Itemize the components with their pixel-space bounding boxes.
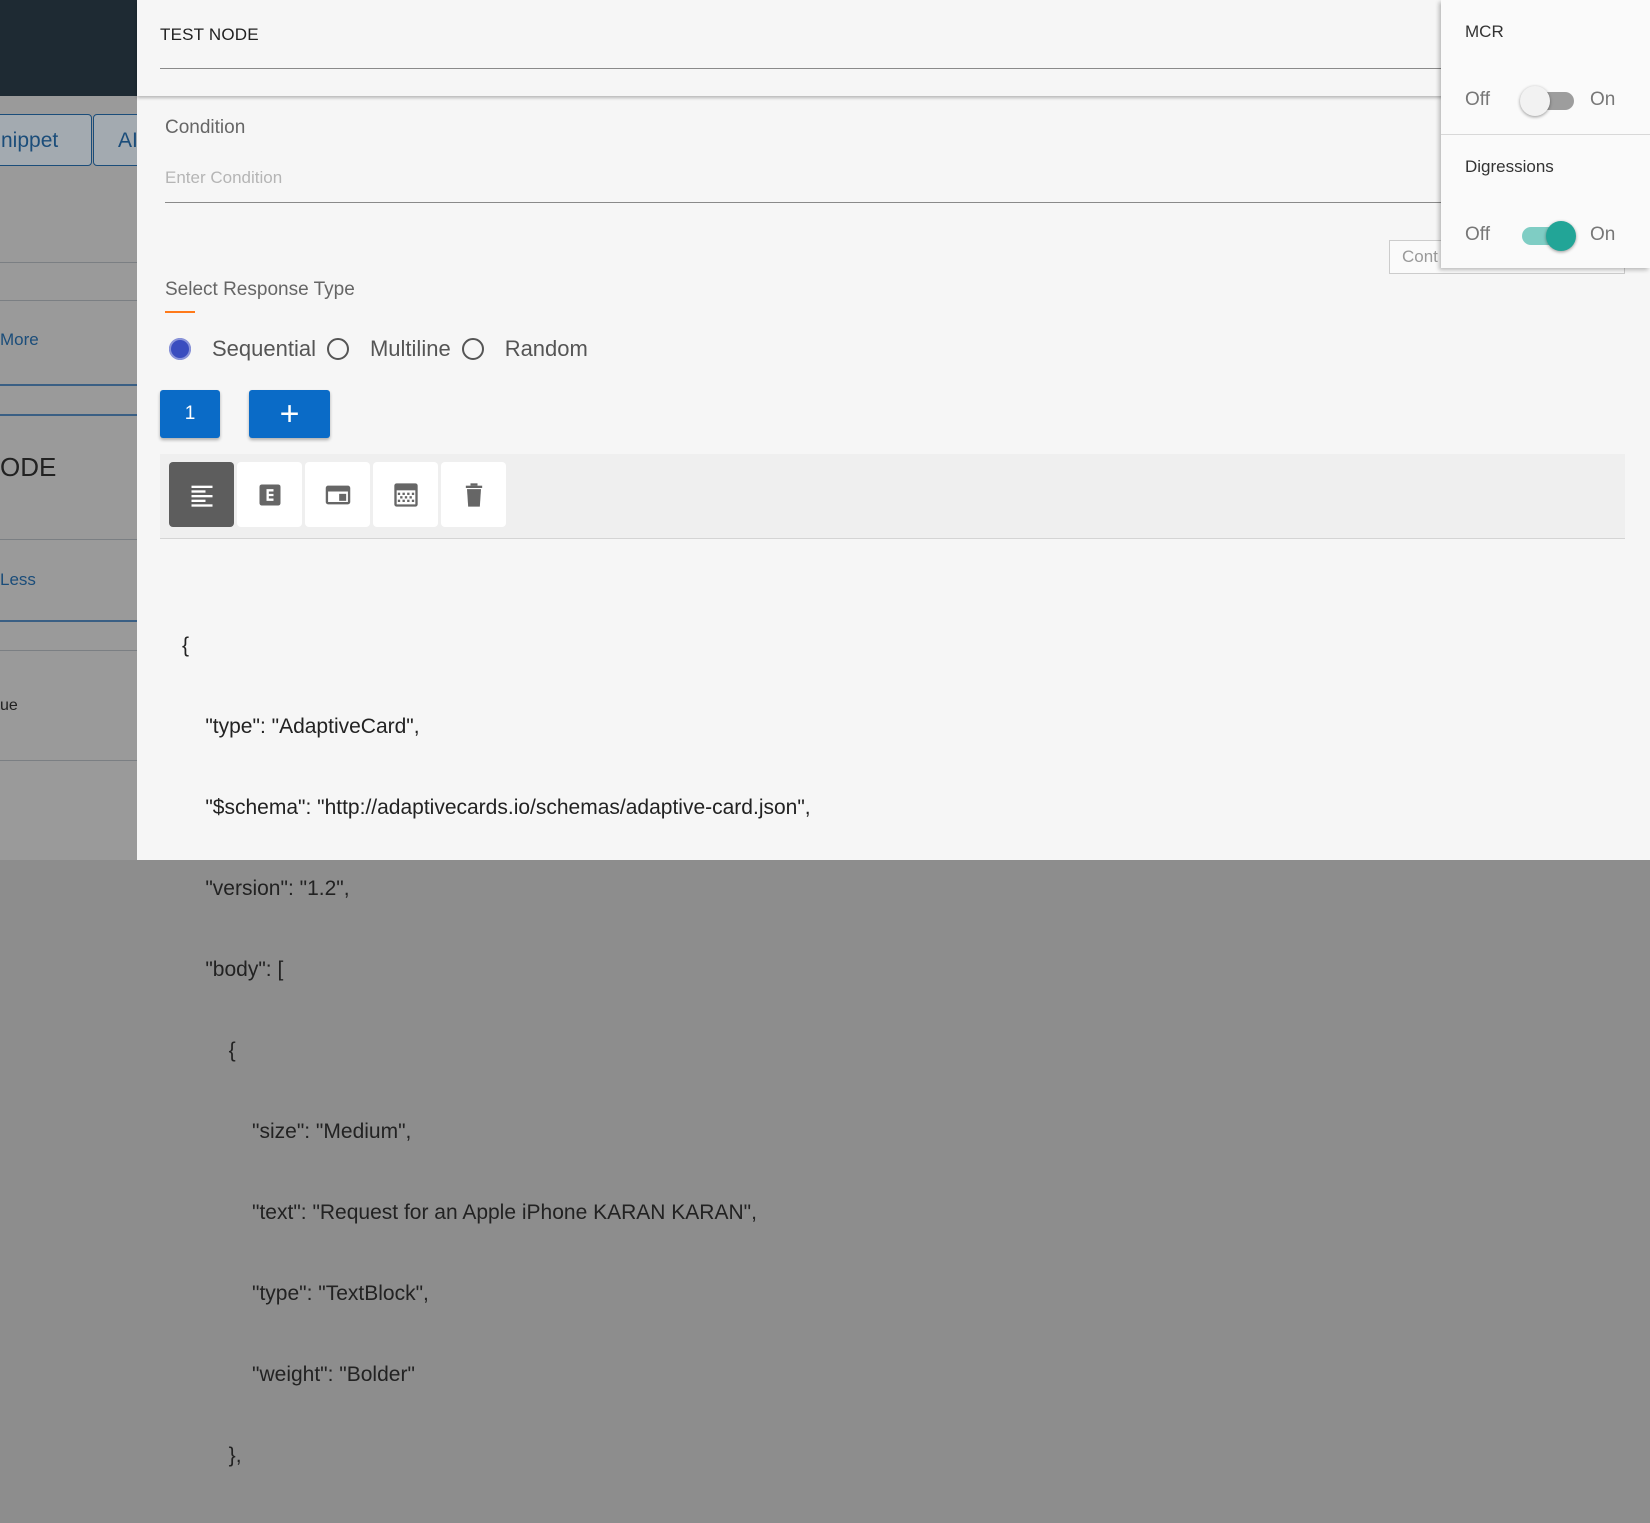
panel-header: TEST NODE [137, 0, 1650, 96]
radio-random[interactable] [461, 338, 484, 360]
grid-tool-button[interactable] [373, 462, 438, 527]
delete-tool-button[interactable] [441, 462, 506, 527]
background-divider [0, 384, 140, 386]
toggle-knob[interactable] [1546, 221, 1576, 251]
background-divider [0, 539, 140, 540]
mcr-toggle-row: Off On [1465, 86, 1616, 116]
radio-random-label[interactable]: Random [505, 336, 588, 362]
response-page-1-button[interactable]: 1 [160, 390, 220, 438]
code-line: "size": "Medium", [182, 1120, 412, 1143]
condition-input[interactable] [165, 154, 1595, 203]
radio-sequential[interactable] [169, 338, 191, 360]
node-editor-panel: TEST NODE Condition Cont Select Response… [137, 0, 1650, 1467]
code-line: "body": [ [182, 958, 284, 981]
text-align-icon [191, 485, 212, 507]
node-title-field[interactable]: TEST NODE [160, 20, 1580, 69]
background-ai-button: AI [93, 114, 140, 166]
radio-multiline[interactable] [326, 338, 349, 360]
mcr-section: MCR Off On [1441, 0, 1650, 135]
radio-multiline-label[interactable]: Multiline [370, 336, 451, 362]
digressions-toggle-row: Off On [1465, 221, 1616, 251]
card-layout-icon [325, 485, 350, 504]
code-line: "type": "AdaptiveCard", [182, 715, 420, 738]
background-node-title: ODE [0, 452, 57, 482]
toggle-knob[interactable] [1520, 86, 1550, 116]
node-settings-card: MCR Off On Digressions Off On [1441, 0, 1650, 268]
trash-icon [465, 482, 482, 507]
background-divider [0, 620, 140, 622]
code-line: "$schema": "http://adaptivecards.io/sche… [182, 796, 811, 819]
background-page: nippet AI More ODE Less ue [0, 0, 140, 860]
mcr-on-label: On [1590, 89, 1616, 110]
grid-table-icon [393, 482, 418, 507]
digressions-title: Digressions [1465, 157, 1554, 176]
response-toolbar [160, 454, 1625, 539]
background-divider [0, 262, 140, 263]
adaptive-card-icon [259, 484, 280, 505]
mcr-title: MCR [1465, 22, 1504, 41]
response-json-editor[interactable]: { "type": "AdaptiveCard", "$schema": "ht… [182, 578, 811, 1523]
code-line: "weight": "Bolder" [182, 1363, 415, 1386]
background-top-bar [0, 0, 140, 96]
background-divider [0, 650, 140, 651]
adaptive-card-tool-button[interactable] [237, 462, 302, 527]
background-divider [0, 414, 140, 416]
code-line: { [182, 634, 190, 657]
code-line: "type": "TextBlock", [182, 1282, 429, 1305]
background-divider [0, 300, 140, 301]
background-value-text: ue [0, 697, 18, 714]
digressions-on-label: On [1590, 224, 1616, 245]
background-snippet-button: nippet [0, 114, 92, 166]
code-line: }, [182, 1444, 242, 1467]
mcr-off-label: Off [1465, 89, 1490, 110]
code-line: { [182, 1039, 236, 1062]
digressions-section: Digressions Off On [1441, 135, 1650, 268]
add-response-button[interactable]: + [249, 390, 330, 438]
response-type-radio-group: Sequential Multiline Random [169, 332, 599, 366]
node-title: TEST NODE [160, 25, 259, 44]
text-tool-button[interactable] [169, 462, 234, 527]
response-type-underline [165, 311, 195, 313]
condition-label: Condition [165, 117, 246, 138]
radio-sequential-label[interactable]: Sequential [212, 336, 316, 362]
response-type-label: Select Response Type [165, 279, 355, 300]
background-divider [0, 760, 140, 761]
digressions-toggle[interactable] [1520, 221, 1576, 251]
background-less-link: Less [0, 570, 36, 589]
card-layout-tool-button[interactable] [305, 462, 370, 527]
background-more-link: More [0, 330, 39, 349]
mcr-toggle[interactable] [1520, 86, 1574, 116]
code-line: "version": "1.2", [182, 877, 350, 900]
digressions-off-label: Off [1465, 224, 1490, 245]
code-line: "text": "Request for an Apple iPhone KAR… [182, 1201, 757, 1224]
